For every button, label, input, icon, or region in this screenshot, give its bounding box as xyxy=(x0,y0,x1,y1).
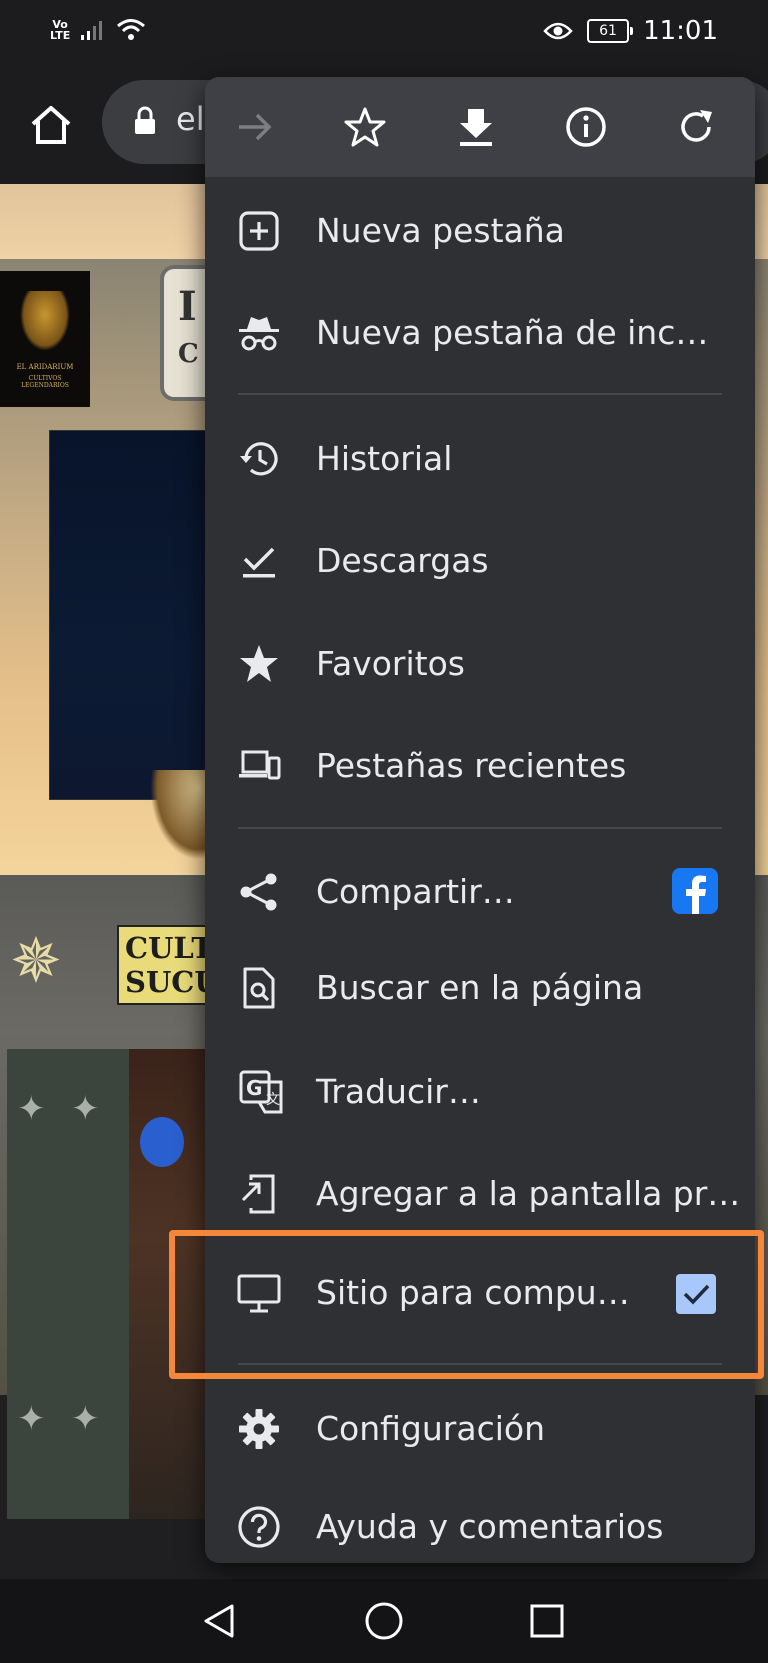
menu-item-downloads[interactable]: Descargas xyxy=(205,511,755,611)
logo-text: EL ARIDARIUM CULTIVOS LEGENDARIOS xyxy=(4,363,86,389)
url-text: el xyxy=(176,100,205,138)
downloads-icon xyxy=(243,547,275,578)
menu-item-translate[interactable]: G 文 Traducir… xyxy=(205,1042,755,1142)
crown-emblem-icon xyxy=(20,291,70,351)
night-sky-image xyxy=(50,431,210,799)
sparkle-icon: ✦ xyxy=(17,1089,46,1129)
menu-item-help[interactable]: Ayuda y comentarios xyxy=(205,1477,755,1563)
logo-text-bottom: CULTIVOS LEGENDARIOS xyxy=(21,375,69,389)
menu-item-new-tab[interactable]: Nueva pestaña xyxy=(205,181,755,281)
menu-divider xyxy=(238,393,722,395)
menu-item-label: Pestañas recientes xyxy=(316,746,627,785)
status-bar: Vo LTE 61 11:01 xyxy=(0,0,768,66)
home-circle-icon xyxy=(365,1602,403,1640)
horn-image xyxy=(150,770,210,860)
settings-icon xyxy=(239,1409,279,1449)
sparkle-icon: ✦ xyxy=(71,1089,100,1129)
plaque-line-1: I xyxy=(178,283,197,330)
menu-item-label: Compartir… xyxy=(316,872,515,911)
menu-item-label: Agregar a la pantalla pr… xyxy=(316,1174,741,1213)
download-button[interactable] xyxy=(448,99,504,155)
plaque-line-2: C xyxy=(178,339,199,369)
cult-line-1: CULT xyxy=(125,931,213,965)
forward-button[interactable] xyxy=(227,99,283,155)
blue-bottle-image xyxy=(140,1117,184,1167)
site-logo[interactable]: EL ARIDARIUM CULTIVOS LEGENDARIOS xyxy=(0,271,90,407)
menu-item-incognito-tab[interactable]: Nueva pestaña de inc… xyxy=(205,283,755,383)
eye-comfort-icon xyxy=(543,22,573,40)
back-triangle-icon xyxy=(204,1604,234,1638)
refresh-button[interactable] xyxy=(668,99,724,155)
facebook-f-icon xyxy=(686,875,706,914)
refresh-icon xyxy=(681,110,712,142)
recents-square-icon xyxy=(530,1604,564,1638)
sparkle-icon: ✦ xyxy=(71,1399,100,1439)
menu-item-label: Buscar en la página xyxy=(316,968,644,1007)
svg-text:文: 文 xyxy=(266,1092,280,1108)
sparkle-icon: ✦ xyxy=(17,1399,46,1439)
find-in-page-icon xyxy=(243,967,275,1009)
forward-icon xyxy=(239,113,272,141)
volte-bottom: LTE xyxy=(50,29,71,42)
recents-button[interactable] xyxy=(521,1595,573,1647)
menu-item-history[interactable]: Historial xyxy=(205,409,755,509)
home-nav-button[interactable] xyxy=(358,1595,410,1647)
page-info-button[interactable] xyxy=(558,99,614,155)
menu-item-add-to-home[interactable]: Agregar a la pantalla pr… xyxy=(205,1144,755,1244)
highlight-box xyxy=(169,1230,764,1379)
devices-icon xyxy=(239,750,281,780)
lock-icon xyxy=(135,106,155,134)
menu-item-label: Historial xyxy=(316,439,453,478)
menu-item-label: Nueva pestaña xyxy=(316,211,565,250)
menu-toolbar xyxy=(205,77,755,177)
volte-indicator: Vo LTE xyxy=(50,19,70,41)
logo-text-top: EL ARIDARIUM xyxy=(16,363,74,371)
facebook-share-icon[interactable] xyxy=(672,868,718,914)
home-icon[interactable] xyxy=(28,102,74,148)
compass-star-icon: ✵ xyxy=(10,924,62,997)
info-icon xyxy=(566,107,606,147)
system-nav-bar xyxy=(0,1579,768,1663)
download-icon xyxy=(460,109,492,146)
history-icon xyxy=(240,442,278,476)
menu-item-find-in-page[interactable]: Buscar en la página xyxy=(205,938,755,1038)
decorative-panel: ✦ ✦ ✦ ✦ xyxy=(7,1049,129,1519)
menu-item-label: Configuración xyxy=(316,1409,546,1448)
svg-text:G: G xyxy=(246,1076,262,1100)
menu-item-share[interactable]: Compartir… xyxy=(205,842,755,942)
add-to-home-icon xyxy=(241,1174,275,1214)
battery-indicator: 61 xyxy=(587,19,634,43)
status-right: 61 11:01 xyxy=(543,16,718,46)
menu-item-label: Descargas xyxy=(316,541,489,580)
bookmarks-star-icon xyxy=(240,645,278,682)
menu-item-label: Traducir… xyxy=(316,1072,481,1111)
new-tab-icon xyxy=(239,211,279,251)
help-icon xyxy=(238,1506,280,1548)
clock: 11:01 xyxy=(643,16,718,46)
cultivos-plaque: CULT SUCU xyxy=(117,925,220,1005)
signal-icon xyxy=(81,21,103,40)
incognito-icon xyxy=(239,317,279,351)
menu-item-label: Nueva pestaña de inc… xyxy=(316,313,709,352)
status-left: Vo LTE xyxy=(50,18,146,42)
menu-item-settings[interactable]: Configuración xyxy=(205,1379,755,1479)
bookmark-button[interactable] xyxy=(337,99,393,155)
menu-divider xyxy=(238,827,722,829)
back-button[interactable] xyxy=(194,1595,246,1647)
share-icon xyxy=(240,873,277,911)
translate-icon: G 文 xyxy=(239,1070,283,1114)
bookmark-star-icon xyxy=(344,107,386,147)
menu-item-label: Ayuda y comentarios xyxy=(316,1507,664,1546)
menu-item-label: Favoritos xyxy=(316,644,465,683)
menu-item-bookmarks[interactable]: Favoritos xyxy=(205,614,755,714)
menu-item-recent-tabs[interactable]: Pestañas recientes xyxy=(205,716,755,816)
wifi-icon xyxy=(117,19,146,40)
